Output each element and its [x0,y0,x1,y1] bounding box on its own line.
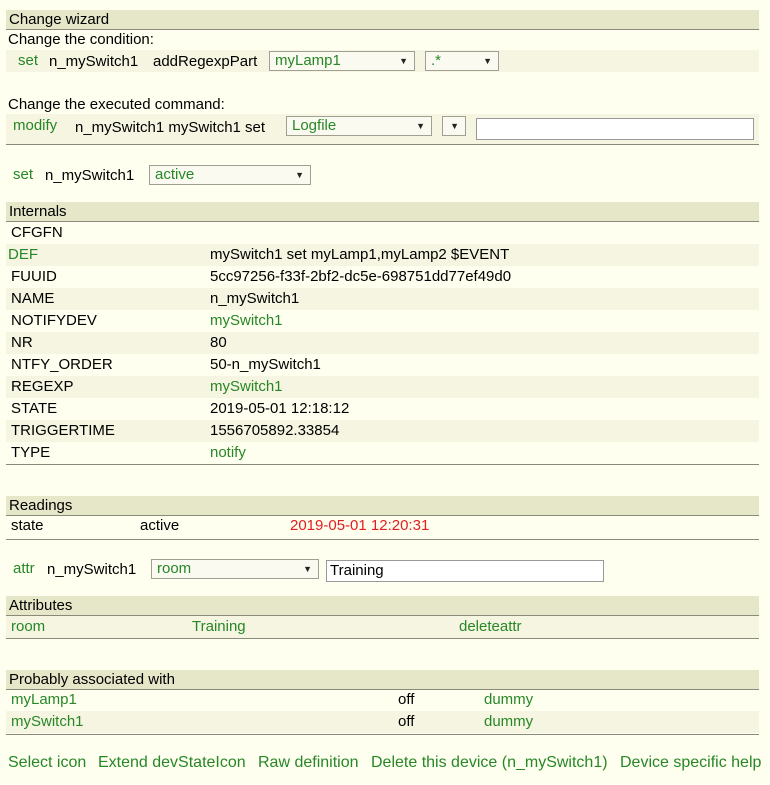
delete-device-link[interactable]: Delete this device (n_mySwitch1) [371,754,608,772]
attribute-name-link[interactable]: room [11,616,45,638]
condition-regexp-select[interactable]: .* ▼ [425,51,499,71]
set-device: n_mySwitch1 [45,167,135,184]
internal-key: REGEXP [11,378,74,395]
internal-value: mySwitch1 set myLamp1,myLamp2 $EVENT [210,246,510,263]
internals-header: Internals [6,202,759,222]
internal-key: NOTIFYDEV [11,312,97,329]
internal-row: DEF mySwitch1 set myLamp1,myLamp2 $EVENT [6,244,759,266]
internal-value[interactable]: mySwitch1 [210,376,283,398]
condition-device: n_mySwitch1 [49,53,139,70]
attr-select[interactable]: room ▼ [151,559,319,579]
internals-first-row: CFGFN [11,224,63,241]
internal-row: NTFY_ORDER 50-n_mySwitch1 [6,354,759,376]
associated-name-link[interactable]: myLamp1 [11,689,77,711]
internal-row: NR 80 [6,332,759,354]
internal-value: 5cc97256-f33f-2bf2-dc5e-698751dd77ef49d0 [210,268,512,285]
attr-value-input[interactable]: Training [326,560,604,582]
reading-value: active [140,517,180,534]
internal-key: TRIGGERTIME [11,422,115,439]
chevron-down-icon: ▼ [416,121,425,131]
associated-name-link[interactable]: mySwitch1 [11,711,84,733]
internal-value: 1556705892.33854 [210,422,340,439]
attr-device: n_mySwitch1 [47,561,137,578]
reading-row: state active 2019-05-01 12:20:31 [6,515,759,537]
internal-value[interactable]: notify [210,442,246,464]
attribute-value-link[interactable]: Training [192,616,246,638]
internal-value[interactable]: mySwitch1 [210,310,283,332]
raw-definition-link[interactable]: Raw definition [258,754,359,772]
reading-name: state [11,517,44,534]
command-param-select[interactable]: ▼ [442,116,466,136]
internal-row: NAME n_mySwitch1 [6,288,759,310]
associated-header: Probably associated with [6,670,759,690]
command-select[interactable]: Logfile ▼ [286,116,432,136]
chevron-down-icon: ▼ [295,170,304,180]
associated-state: off [398,691,415,708]
command-label: Change the executed command: [8,96,225,113]
command-text: n_mySwitch1 mySwitch1 set [75,119,266,136]
internal-key: STATE [11,400,58,417]
set-value-select[interactable]: active ▼ [149,165,311,185]
select-icon-link[interactable]: Select icon [8,754,86,772]
internal-row: TYPE notify [6,442,759,464]
command-modify-link[interactable]: modify [13,117,57,134]
internal-key: NR [11,334,33,351]
internal-key: NAME [11,290,55,307]
internal-value: 50-n_mySwitch1 [210,356,321,373]
attributes-header: Attributes [6,596,759,616]
internal-key[interactable]: DEF [8,244,38,266]
internal-row: STATE 2019-05-01 12:18:12 [6,398,759,420]
associated-type-link[interactable]: dummy [484,711,533,733]
associated-row: myLamp1 off dummy [6,689,759,711]
condition-device-select[interactable]: myLamp1 ▼ [269,51,415,71]
internal-value: n_mySwitch1 [210,290,300,307]
internal-row: FUUID 5cc97256-f33f-2bf2-dc5e-698751dd77e… [6,266,759,288]
associated-state: off [398,713,415,730]
internal-row: REGEXP mySwitch1 [6,376,759,398]
internal-key: NTFY_ORDER [11,356,113,373]
extend-devstateicon-link[interactable]: Extend devStateIcon [98,754,246,772]
set-link[interactable]: set [13,166,33,183]
chevron-down-icon: ▼ [399,56,408,66]
change-wizard-header: Change wizard [6,10,759,30]
device-help-link[interactable]: Device specific help [620,754,761,772]
chevron-down-icon: ▼ [303,564,312,574]
command-input[interactable] [476,118,754,140]
internal-value: 2019-05-01 12:18:12 [210,400,350,417]
internal-key: FUUID [11,268,57,285]
chevron-down-icon: ▼ [450,121,459,131]
associated-row: mySwitch1 off dummy [6,711,759,733]
deleteattr-link[interactable]: deleteattr [459,616,522,638]
internal-key: TYPE [11,444,51,461]
condition-label: Change the condition: [8,31,154,48]
internal-value: 80 [210,334,227,351]
internal-row: NOTIFYDEV mySwitch1 [6,310,759,332]
attr-link[interactable]: attr [13,560,35,577]
condition-set-link[interactable]: set [18,52,38,69]
condition-part: addRegexpPart [153,53,258,70]
readings-header: Readings [6,496,759,516]
reading-time: 2019-05-01 12:20:31 [290,517,430,534]
chevron-down-icon: ▼ [483,56,492,66]
attribute-row: room Training deleteattr [6,616,759,638]
associated-type-link[interactable]: dummy [484,689,533,711]
internal-row: TRIGGERTIME 1556705892.33854 [6,420,759,442]
